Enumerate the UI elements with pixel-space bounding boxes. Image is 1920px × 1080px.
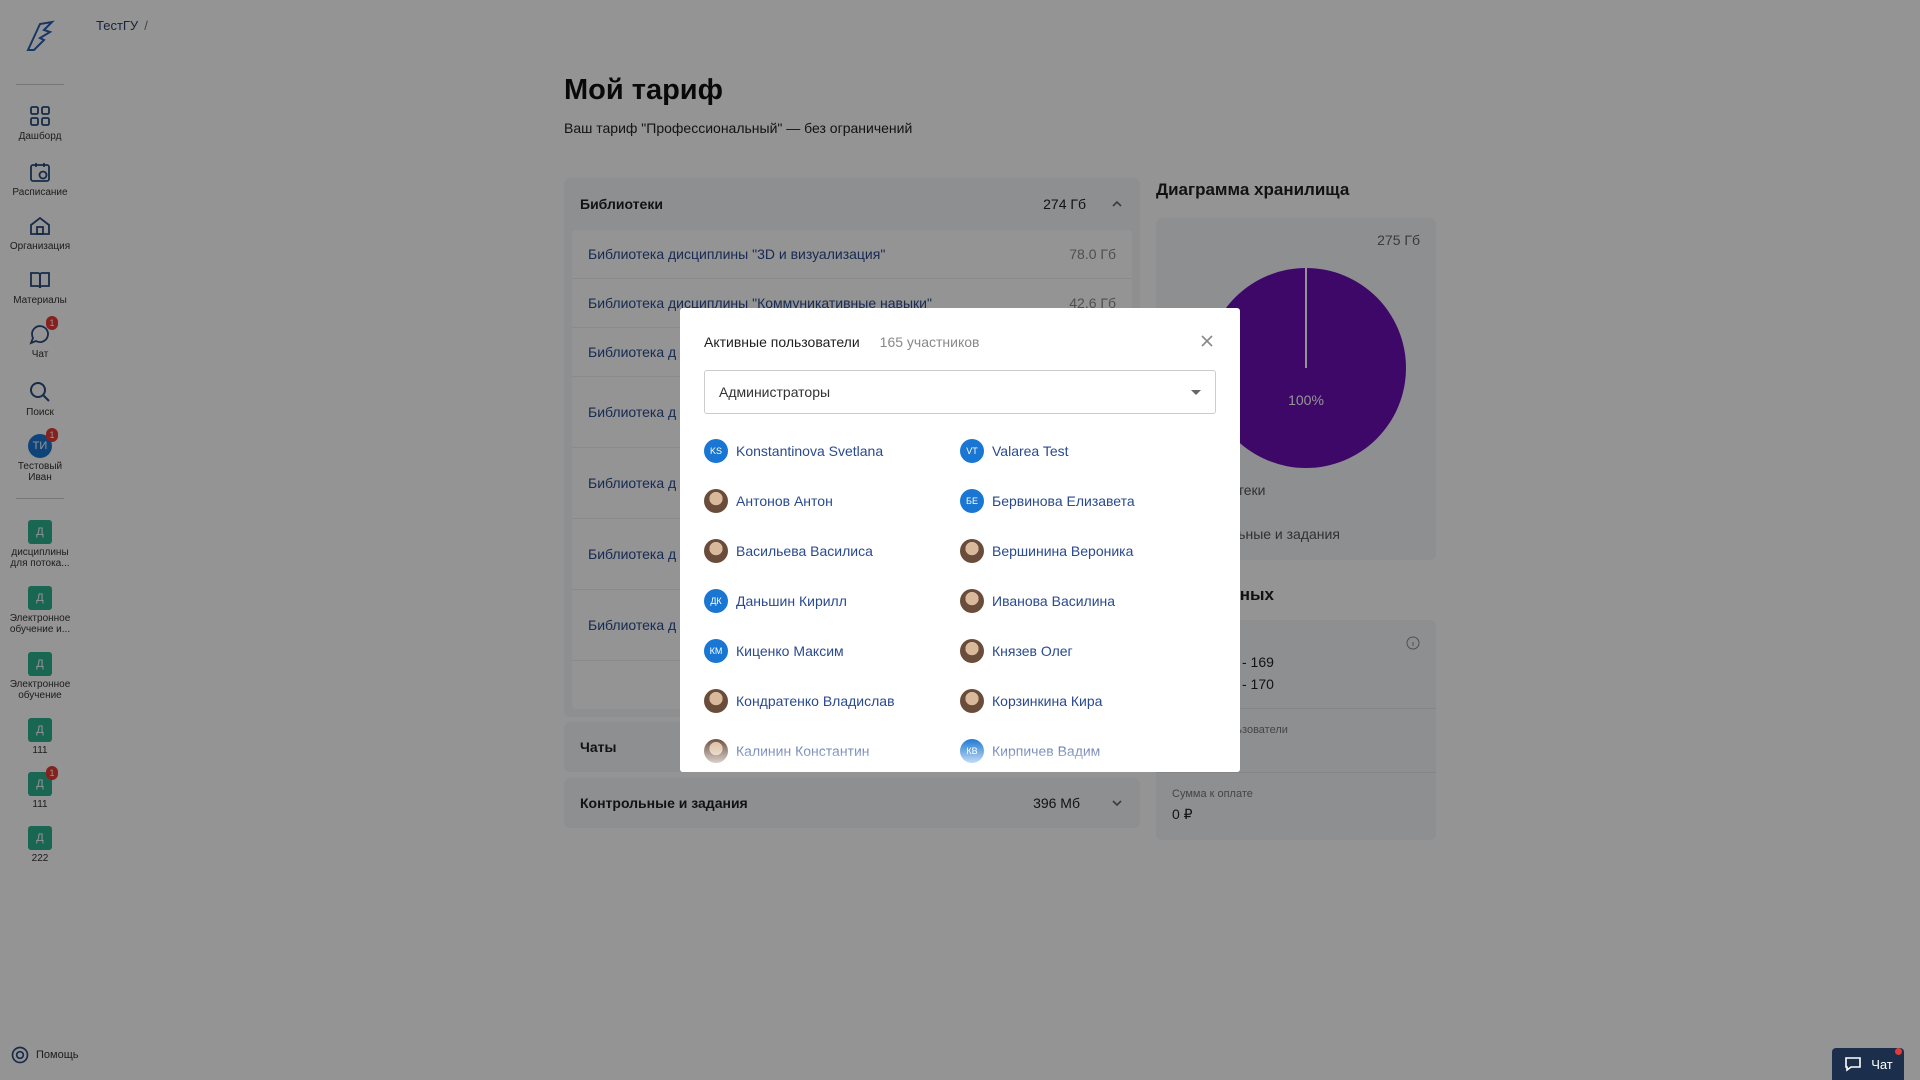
user-item[interactable]: VT Valarea Test — [960, 438, 1069, 464]
chat-button-label: Чат — [1871, 1056, 1893, 1072]
user-item[interactable]: Корзинкина Кира — [960, 688, 1102, 714]
user-item[interactable]: ДК Даньшин Кирилл — [704, 588, 847, 614]
user-name: Кондратенко Владислав — [736, 693, 895, 709]
avatar — [960, 689, 984, 713]
user-name: Иванова Василина — [992, 593, 1116, 609]
user-name: Князев Олег — [992, 643, 1073, 659]
user-item[interactable]: Васильева Василиса — [704, 538, 873, 564]
user-name: Корзинкина Кира — [992, 693, 1103, 709]
avatar — [960, 589, 984, 613]
user-name: Даньшин Кирилл — [736, 593, 847, 609]
chat-button[interactable]: Чат — [1832, 1048, 1904, 1080]
user-item[interactable]: БЕ Бервинова Елизавета — [960, 488, 1135, 514]
avatar: КМ — [704, 639, 728, 663]
member-count: 165 участников — [879, 334, 980, 350]
avatar: ДК — [704, 589, 728, 613]
user-item[interactable]: Князев Олег — [960, 638, 1073, 664]
user-name: Бервинова Елизавета — [992, 493, 1135, 509]
close-icon[interactable] — [1198, 332, 1216, 350]
modal-title: Активные пользователи — [704, 334, 860, 350]
role-filter-select[interactable]: Администраторы — [704, 370, 1216, 414]
avatar — [704, 489, 728, 513]
notification-dot — [1895, 1048, 1902, 1055]
role-filter-value: Администраторы — [719, 384, 831, 400]
avatar: VT — [960, 439, 984, 463]
user-name: Киценко Максим — [736, 643, 844, 659]
avatar — [704, 689, 728, 713]
user-item[interactable]: Антонов Антон — [704, 488, 833, 514]
scroll-fade — [680, 738, 1240, 772]
chat-icon — [1845, 1057, 1862, 1072]
chevron-down-icon — [1191, 389, 1201, 395]
user-item[interactable]: KS Konstantinova Svetlana — [704, 438, 883, 464]
avatar: БЕ — [960, 489, 984, 513]
user-name: Valarea Test — [992, 443, 1069, 459]
user-item[interactable]: Иванова Василина — [960, 588, 1115, 614]
avatar: KS — [704, 439, 728, 463]
user-item[interactable]: КМ Киценко Максим — [704, 638, 844, 664]
user-name: Антонов Антон — [736, 493, 833, 509]
avatar — [960, 639, 984, 663]
user-name: Васильева Василиса — [736, 543, 873, 559]
avatar — [960, 539, 984, 563]
user-item[interactable]: Кондратенко Владислав — [704, 688, 895, 714]
user-name: Вершинина Вероника — [992, 543, 1134, 559]
modal-header: Активные пользователи 165 участников — [704, 334, 979, 350]
avatar — [704, 539, 728, 563]
user-name: Konstantinova Svetlana — [736, 443, 884, 459]
active-users-modal: Активные пользователи 165 участников Адми… — [680, 308, 1240, 772]
user-item[interactable]: Вершинина Вероника — [960, 538, 1133, 564]
